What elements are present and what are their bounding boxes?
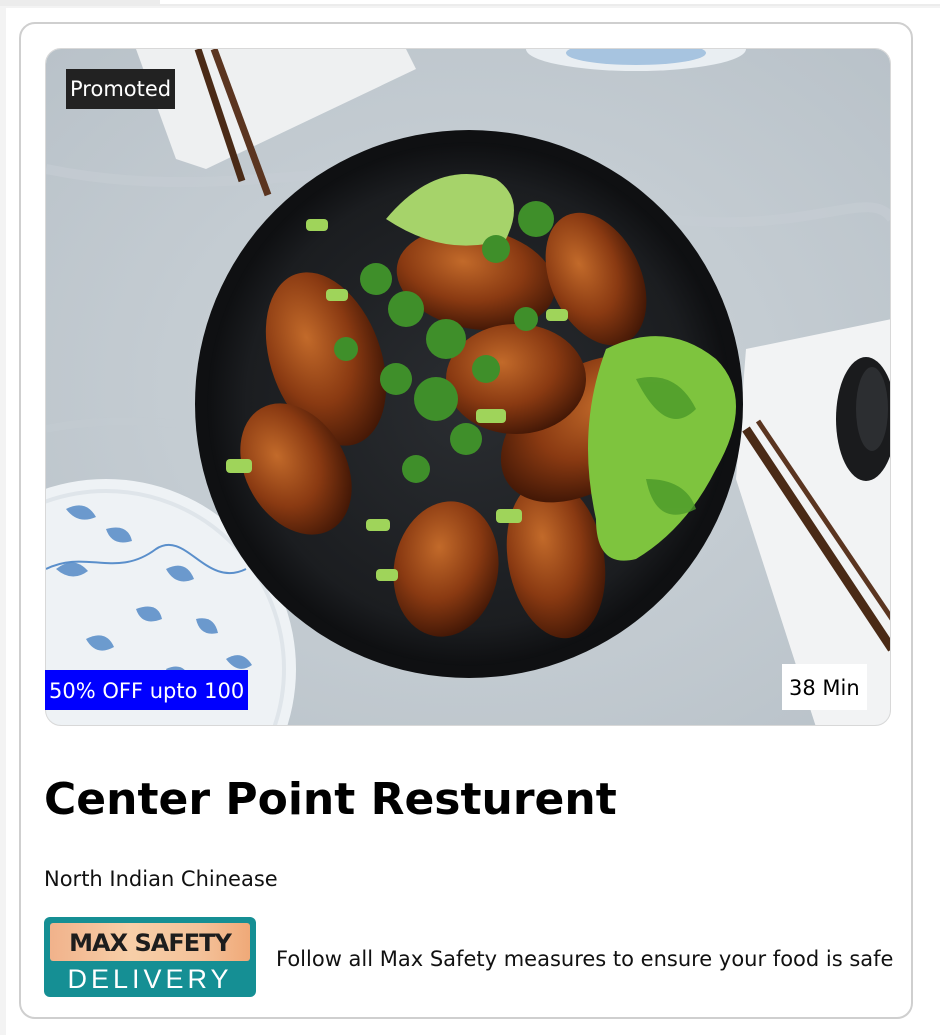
food-image[interactable] <box>45 48 891 726</box>
offer-badge: 50% OFF upto 100 <box>45 670 249 710</box>
restaurant-name[interactable]: Center Point Resturent <box>44 772 617 828</box>
safety-message: Follow all Max Safety measures to ensure… <box>276 947 894 971</box>
delivery-time-badge: 38 Min <box>782 664 867 710</box>
safety-logo-top-text: MAX SAFETY <box>50 923 250 961</box>
top-strip <box>0 0 940 6</box>
max-safety-delivery-logo: MAX SAFETY DELIVERY <box>44 917 256 997</box>
cuisine-text: North Indian Chinease <box>44 867 278 891</box>
safety-logo-bottom-text: DELIVERY <box>67 964 233 994</box>
promoted-badge: Promoted <box>66 69 176 109</box>
